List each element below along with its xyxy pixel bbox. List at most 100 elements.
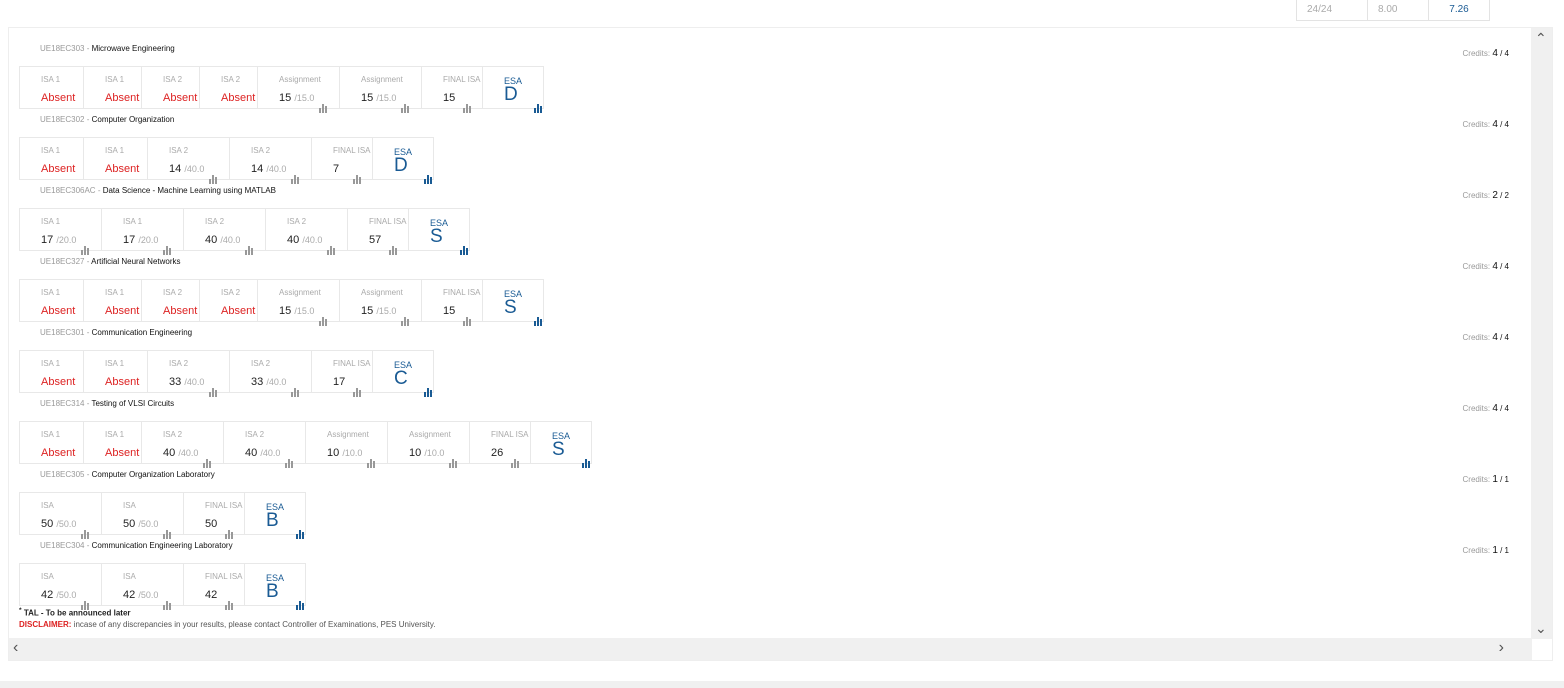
mark-label: FINAL ISA <box>369 217 407 226</box>
disclaimer-text: incase of any discrepancies in your resu… <box>73 620 436 629</box>
horizontal-scrollbar[interactable]: ‹ › <box>9 638 1532 660</box>
credits-slash: / <box>1497 262 1505 271</box>
course-credits: Credits: 4 / 4 <box>1463 261 1509 272</box>
course-code: UE18EC305 <box>40 470 85 479</box>
mark-value: 42 <box>205 589 217 601</box>
credits-label: Credits: <box>1462 404 1491 413</box>
mark-score: 42 <box>123 589 136 601</box>
course-credits: Credits: 4 / 4 <box>1463 48 1509 59</box>
course-title: UE18EC314 - Testing of VLSI Circuits <box>40 399 174 408</box>
course-name: Testing of VLSI Circuits <box>91 399 175 408</box>
results-content: UE18EC303 - Microwave Engineering Credits… <box>9 28 1532 639</box>
course-credits: Credits: 4 / 4 <box>1463 332 1509 343</box>
chart-icon[interactable] <box>163 592 172 610</box>
course-credits: Credits: 4 / 4 <box>1463 119 1509 130</box>
mark-label: ISA 1 <box>105 430 125 439</box>
scroll-up-icon[interactable]: ⌃ <box>1535 30 1547 47</box>
mark-cell: ISA 42 /50.0 <box>102 564 184 610</box>
course-title: UE18EC306AC - Data Science - Machine Lea… <box>40 186 276 195</box>
course-credits: Credits: 1 / 1 <box>1463 545 1509 556</box>
esa-chart-icon[interactable] <box>296 592 305 610</box>
credits-label: Credits: <box>1462 546 1491 555</box>
course-block: UE18EC303 - Microwave Engineering Credits… <box>19 28 1519 113</box>
course-block: UE18EC314 - Testing of VLSI Circuits Cred… <box>19 383 1519 468</box>
mark-label: ISA 1 <box>123 217 143 226</box>
mark-score: 42 <box>41 589 54 601</box>
mark-label: FINAL ISA <box>205 572 243 581</box>
summary-value-a: 8.00 <box>1367 0 1428 21</box>
mark-label: Assignment <box>279 288 321 297</box>
mark-label: Assignment <box>361 75 403 84</box>
scroll-right-icon[interactable]: › <box>1499 639 1504 657</box>
credits-slash: / <box>1497 120 1505 129</box>
mark-label: FINAL ISA <box>443 288 481 297</box>
credits-total: 4 <box>1504 262 1509 271</box>
results-panel[interactable]: UE18EC303 - Microwave Engineering Credits… <box>8 27 1553 661</box>
title-separator: - <box>84 115 92 124</box>
summary-value-b: 7.26 <box>1428 0 1490 21</box>
course-title: UE18EC305 - Computer Organization Labora… <box>40 470 215 479</box>
chart-icon[interactable] <box>225 592 234 610</box>
course-block: UE18EC302 - Computer Organization Credits… <box>19 99 1519 184</box>
course-block: UE18EC305 - Computer Organization Labora… <box>19 454 1519 539</box>
course-name: Computer Organization Laboratory <box>91 470 215 479</box>
credits-label: Credits: <box>1462 333 1491 342</box>
mark-label: ISA 2 <box>245 430 265 439</box>
credits-total: 1 <box>1504 475 1509 484</box>
mark-label: Assignment <box>361 288 403 297</box>
credits-total: 4 <box>1504 404 1509 413</box>
vertical-scrollbar[interactable]: ⌃ ⌄ <box>1531 28 1552 639</box>
mark-label: Assignment <box>409 430 451 439</box>
marks-box: ISA 42 /50.0 ISA 42 /50.0 FINAL ISA 42 ESA B <box>19 563 306 610</box>
course-credits: Credits: 1 / 1 <box>1463 474 1509 485</box>
mark-label: ISA 2 <box>163 75 183 84</box>
mark-max: /50.0 <box>138 590 159 600</box>
credits-slash: / <box>1497 49 1505 58</box>
title-separator: - <box>84 541 92 550</box>
mark-label: ISA 2 <box>169 359 189 368</box>
scroll-down-icon[interactable]: ⌄ <box>1535 620 1547 637</box>
mark-label: ISA 2 <box>221 75 241 84</box>
bottom-bar <box>0 681 1564 688</box>
course-code: UE18EC302 <box>40 115 85 124</box>
mark-label: ISA 2 <box>169 146 189 155</box>
credits-slash: / <box>1497 191 1505 200</box>
mark-label: FINAL ISA <box>333 359 371 368</box>
mark-score: 42 <box>205 589 218 601</box>
credits-total: 4 <box>1504 120 1509 129</box>
course-credits: Credits: 2 / 2 <box>1463 190 1509 201</box>
mark-label: ISA 1 <box>41 288 61 297</box>
course-name: Communication Engineering <box>91 328 193 337</box>
mark-label: ISA 1 <box>105 146 125 155</box>
course-code: UE18EC327 <box>40 257 85 266</box>
tal-note: * TAL - To be announced later <box>19 607 131 618</box>
course-block: UE18EC306AC - Data Science - Machine Lea… <box>19 170 1519 255</box>
mark-label: FINAL ISA <box>491 430 529 439</box>
mark-label: ISA 2 <box>163 430 183 439</box>
mark-label: ISA 2 <box>251 146 271 155</box>
course-block: UE18EC301 - Communication Engineering Cre… <box>19 312 1519 397</box>
mark-label: ISA 1 <box>105 359 125 368</box>
title-separator: - <box>84 44 92 53</box>
course-code: UE18EC306AC <box>40 186 96 195</box>
mark-label: ISA 2 <box>251 359 271 368</box>
mark-cell: FINAL ISA 42 <box>184 564 245 610</box>
credits-label: Credits: <box>1462 191 1491 200</box>
credits-label: Credits: <box>1462 262 1491 271</box>
scroll-left-icon[interactable]: ‹ <box>13 639 18 657</box>
mark-label: ISA <box>123 501 136 510</box>
mark-max: /50.0 <box>56 590 77 600</box>
course-title: UE18EC302 - Computer Organization <box>40 115 174 124</box>
disclaimer-label: DISCLAIMER: <box>19 620 72 629</box>
mark-label: ISA 2 <box>163 288 183 297</box>
credits-slash: / <box>1497 475 1505 484</box>
summary-credits: 24/24 <box>1296 0 1367 21</box>
course-name: Microwave Engineering <box>91 44 175 53</box>
course-credits: Credits: 4 / 4 <box>1463 403 1509 414</box>
credits-label: Credits: <box>1462 475 1491 484</box>
mark-label: ISA 2 <box>221 288 241 297</box>
course-name: Artificial Neural Networks <box>91 257 181 266</box>
course-name: Data Science - Machine Learning using MA… <box>102 186 276 195</box>
mark-label: Assignment <box>279 75 321 84</box>
summary-row: 24/24 8.00 7.26 <box>1296 0 1498 21</box>
